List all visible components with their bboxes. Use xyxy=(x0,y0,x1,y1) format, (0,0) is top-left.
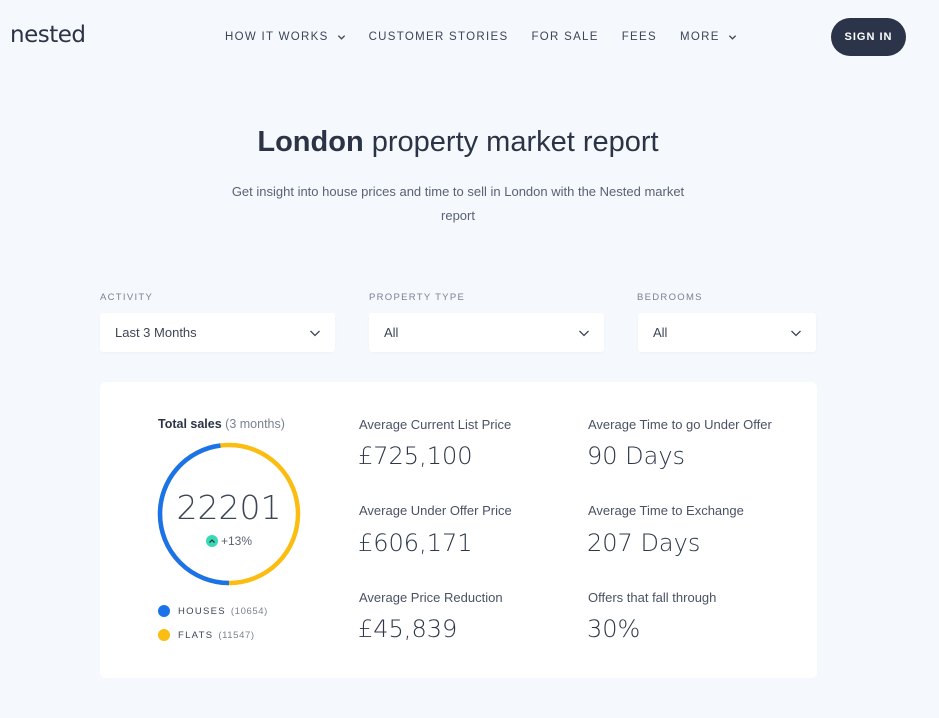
bedrooms-label: BEDROOMS xyxy=(637,292,703,303)
chevron-down-icon xyxy=(791,330,801,337)
main-nav: HOW IT WORKS CUSTOMER STORIES FOR SALE F… xyxy=(225,31,760,43)
total-sales-change-value: +13% xyxy=(220,534,253,548)
avg-price-reduction-value: £45,839 xyxy=(358,615,458,643)
total-sales-period: (3 months) xyxy=(225,417,285,431)
flats-dot xyxy=(158,629,170,641)
avg-time-exchange-label: Average Time to Exchange xyxy=(588,503,744,518)
sign-in-button[interactable]: SIGN IN xyxy=(831,18,906,56)
avg-price-reduction-label: Average Price Reduction xyxy=(359,590,503,605)
activity-label: ACTIVITY xyxy=(100,292,154,303)
page-title-rest: property market report xyxy=(371,126,659,158)
nav-more-label: MORE xyxy=(679,31,720,43)
legend-houses: HOUSES (10654) xyxy=(158,605,268,617)
nav-fees[interactable]: FEES xyxy=(622,31,657,43)
nav-for-sale-label: FOR SALE xyxy=(531,31,599,43)
nav-how-it-works[interactable]: HOW IT WORKS xyxy=(225,31,346,43)
nav-more[interactable]: MORE xyxy=(680,31,737,43)
avg-time-under-offer-label: Average Time to go Under Offer xyxy=(588,417,772,432)
nav-customer-stories[interactable]: CUSTOMER STORIES xyxy=(369,31,509,43)
avg-list-price-label: Average Current List Price xyxy=(359,417,512,432)
total-sales-value: 22201 xyxy=(176,488,282,527)
nav-how-it-works-label: HOW IT WORKS xyxy=(225,31,329,43)
legend-flats: FLATS (11547) xyxy=(158,629,255,641)
arrow-up-icon xyxy=(205,535,218,547)
offers-fall-through-label: Offers that fall through xyxy=(588,590,717,605)
chevron-down-icon xyxy=(579,330,589,337)
nested-logo[interactable]: nested xyxy=(10,22,86,48)
legend-flats-count: (11547) xyxy=(218,629,255,641)
offers-fall-through-value: 30% xyxy=(587,615,641,643)
legend-flats-label: FLATS xyxy=(178,629,214,641)
chevron-down-icon xyxy=(728,34,736,40)
nav-fees-label: FEES xyxy=(621,31,657,43)
site-header: nested HOW IT WORKS CUSTOMER STORIES FOR… xyxy=(0,0,939,76)
nav-for-sale[interactable]: FOR SALE xyxy=(531,31,598,43)
page-subtitle: Get insight into house prices and time t… xyxy=(231,184,685,223)
avg-list-price-value: £725,100 xyxy=(358,442,473,470)
avg-under-offer-price-value: £606,171 xyxy=(358,529,473,557)
total-sales-label: Total sales (3 months) xyxy=(158,417,285,431)
total-sales-title: Total sales xyxy=(158,417,222,431)
avg-under-offer-price-label: Average Under Offer Price xyxy=(359,503,512,518)
property-type-select-value: All xyxy=(384,325,399,340)
property-type-select[interactable]: All xyxy=(369,313,604,352)
nav-customer-stories-label: CUSTOMER STORIES xyxy=(368,31,509,43)
property-type-label: PROPERTY TYPE xyxy=(369,292,466,303)
bedrooms-select-value: All xyxy=(653,325,668,340)
legend-houses-count: (10654) xyxy=(230,605,268,617)
avg-time-under-offer-value: 90 Days xyxy=(587,442,686,470)
total-sales-change: +13% xyxy=(156,534,302,548)
chevron-down-icon xyxy=(310,330,320,337)
activity-select[interactable]: Last 3 Months xyxy=(100,313,335,352)
chevron-down-icon xyxy=(337,34,345,40)
page-title: London property market report xyxy=(0,126,916,159)
page-title-city: London xyxy=(257,126,364,158)
legend-houses-label: HOUSES xyxy=(178,605,226,617)
activity-select-value: Last 3 Months xyxy=(115,325,197,340)
bedrooms-select[interactable]: All xyxy=(638,313,816,352)
houses-dot xyxy=(158,605,170,617)
avg-time-exchange-value: 207 Days xyxy=(587,529,701,557)
